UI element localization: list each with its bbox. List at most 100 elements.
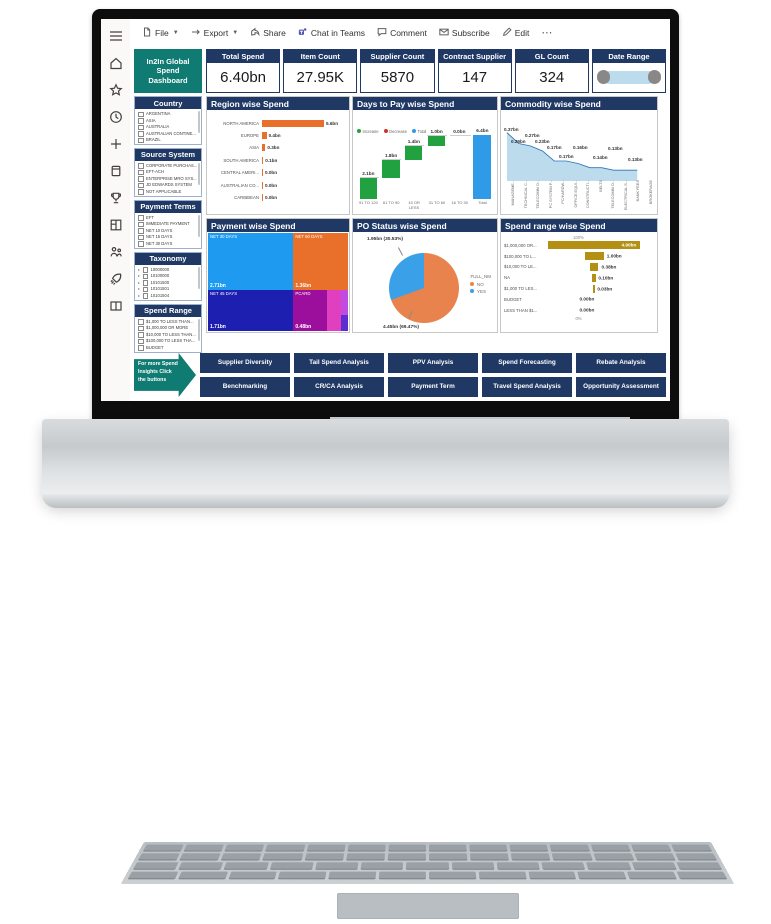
button-spend-forecasting[interactable]: Spend Forecasting [482,353,572,373]
list-item[interactable]: NET 30 DAYS [138,241,199,248]
checkbox-icon[interactable] [138,221,144,228]
slicer-taxonomy[interactable]: Taxonomy ▸ 10000000 ▸ 10100000 ▸ 10101500 ▸… [134,251,202,302]
chevron-right-icon[interactable]: ▸ [138,267,140,273]
funnel-item[interactable]: LESS THAN $1... 0.00bn [504,305,653,316]
checkbox-icon[interactable] [138,118,144,124]
pie-chart[interactable]: 1.95bn (30.53%) 4.45bn (69.47%) FULL_NM … [353,233,497,332]
visual-commodity-wise-spend[interactable]: Commodity wise Spend 0.37bn 0.29bn 0.27b… [500,96,658,215]
bar-item[interactable]: AUSTRALIAN CO... 0.0bn [209,179,345,191]
book-icon[interactable] [108,298,124,314]
checkbox-icon[interactable] [142,267,149,273]
slicer-options[interactable]: ▸ 10000000 ▸ 10100000 ▸ 10101500 ▸ 10101501 … [135,265,201,300]
visual-days-to-pay-wise-spend[interactable]: Days to Pay wise Spend Increase Decrease… [352,96,498,215]
list-item[interactable]: ▸ 10101504 [138,293,199,300]
waterfall-bar[interactable]: 1.4bn [402,137,425,199]
waterfall-bar-total[interactable]: 6.4bn [471,128,494,199]
legend-item[interactable]: YES [470,288,491,296]
edit-button[interactable]: Edit [497,25,535,41]
visual-region-wise-spend[interactable]: Region wise Spend NORTH AMERICA 5.6bn EUR… [206,96,350,215]
button-payment-term[interactable]: Payment Term [388,377,478,397]
funnel-item[interactable]: $1,000 TO LES... 0.03bn [504,283,653,294]
slicer-options[interactable]: $1,000 TO LESS THAN... $1,000,000 OR MOR… [135,317,201,352]
treemap-cell[interactable] [327,289,341,331]
chevron-right-icon[interactable]: ▸ [138,286,140,292]
checkbox-icon[interactable] [138,215,144,221]
export-menu-button[interactable]: Export ▼ [186,25,244,41]
date-range-slicer[interactable]: Date Range [591,49,667,93]
checkbox-icon[interactable] [142,286,149,293]
funnel-item[interactable]: $100,000 TO L... 1.00bn [504,251,653,262]
more-options-button[interactable]: ⋯ [536,24,558,41]
visual-spend-range-wise-spend[interactable]: Spend range wise Spend 100% $1,000,000 O… [500,218,658,333]
area-chart[interactable]: 0.37bn 0.29bn 0.27bn 0.23bn 0.17bn 0.17b… [501,111,657,214]
power-bi-command-bar[interactable]: File ▼ Export ▼ Share Chat in Teams Comm… [130,19,670,47]
treemap-cell[interactable] [341,289,348,316]
star-icon[interactable] [108,82,124,98]
list-item[interactable]: BUDGET [138,345,199,352]
slicer-options[interactable]: EFT IMMEDIATE PAYMENT NET 10 DAYS NET 15… [135,213,201,248]
power-bi-nav-rail[interactable] [101,19,131,401]
legend[interactable]: FULL_NM NO YES [470,273,491,296]
treemap-cell[interactable] [341,315,348,331]
checkbox-icon[interactable] [138,131,144,137]
waterfall-chart[interactable]: Increase Decrease Total 2.1bn 1.8bn 1.4b… [353,111,497,214]
bar-item[interactable]: ASIA 0.3bn [209,142,345,154]
share-button[interactable]: Share [245,25,291,41]
people-icon[interactable] [108,244,124,260]
treemap-cell[interactable]: NET 30 DAYS 2.71bn [208,233,294,290]
funnel-item[interactable]: BUDGET 0.00bn [504,294,653,305]
chevron-right-icon[interactable]: ▸ [138,293,140,299]
button-benchmarking[interactable]: Benchmarking [200,377,290,397]
slicer-source-system[interactable]: Source System CORPORATE PURCHAS... EFT-A… [134,147,202,198]
scrollbar[interactable] [197,214,200,237]
checkbox-icon[interactable] [138,228,144,234]
checkbox-icon[interactable] [138,111,144,117]
clock-icon[interactable] [108,109,124,125]
treemap[interactable]: NET 30 DAYS 2.71bn NET 45 DAYS 1.71bn NE… [208,233,348,331]
slicer-country[interactable]: Country ARGENTINA ASIA AUSTRALIA AUSTRAL… [134,96,202,146]
plus-icon[interactable] [108,136,124,152]
bar-item[interactable]: NORTH AMERICA 5.6bn [209,117,345,129]
checkbox-icon[interactable] [138,163,144,169]
region-bar-chart[interactable]: NORTH AMERICA 5.6bn EUROPE 0.4bn ASIA 0.3bn… [207,111,349,214]
dataset-icon[interactable] [108,163,124,179]
visual-payment-wise-spend[interactable]: Payment wise Spend NET 30 DAYS 2.71bn NE… [206,218,350,333]
menu-icon[interactable] [108,28,124,44]
checkbox-icon[interactable] [138,345,144,351]
trophy-icon[interactable] [108,190,124,206]
checkbox-icon[interactable] [142,280,149,286]
chevron-right-icon[interactable]: ▸ [138,280,140,286]
slicer-payment-terms[interactable]: Payment Terms EFT IMMEDIATE PAYMENT NET … [134,199,202,250]
checkbox-icon[interactable] [138,234,144,241]
file-menu-button[interactable]: File ▼ [137,25,184,41]
waterfall-bar[interactable]: 0.0bn [448,129,471,199]
checkbox-icon[interactable] [138,137,144,143]
list-item[interactable]: NOT APPLICABLE [138,189,199,196]
date-range-slider-body[interactable] [593,63,665,93]
button-ppv-analysis[interactable]: PPV Analysis [388,353,478,373]
apps-icon[interactable] [108,217,124,233]
button-tail-spend-analysis[interactable]: Tail Spend Analysis [294,353,384,373]
checkbox-icon[interactable] [138,332,144,338]
slicer-options[interactable]: ARGENTINA ASIA AUSTRALIA AUSTRALIAN CONT… [135,109,201,144]
checkbox-icon[interactable] [138,325,144,332]
checkbox-icon[interactable] [138,182,144,189]
slicer-options[interactable]: CORPORATE PURCHAS... EFT-ACH ENTERPRISE … [135,161,201,196]
bar-item[interactable]: EUROPE 0.4bn [209,129,345,141]
bar-item[interactable]: CENTRAL AMERI... 0.0bn [209,167,345,179]
button-cr-ca-analysis[interactable]: CR/CA Analysis [294,377,384,397]
comment-button[interactable]: Comment [372,25,432,41]
list-item[interactable]: BRAZIL [138,137,199,144]
button-opportunity-assessment[interactable]: Opportunity Assessment [576,377,666,397]
checkbox-icon[interactable] [138,189,144,195]
rocket-icon[interactable] [108,271,124,287]
checkbox-icon[interactable] [138,124,144,130]
checkbox-icon[interactable] [138,176,144,182]
range-slider[interactable] [596,70,661,85]
home-icon[interactable] [108,55,124,71]
button-travel-spend-analysis[interactable]: Travel Spend Analysis [482,377,572,397]
checkbox-icon[interactable] [138,319,144,325]
checkbox-icon[interactable] [138,241,144,247]
slicer-spend-range[interactable]: Spend Range $1,000 TO LESS THAN... $1,00… [134,303,202,354]
scrollbar[interactable] [197,318,200,341]
